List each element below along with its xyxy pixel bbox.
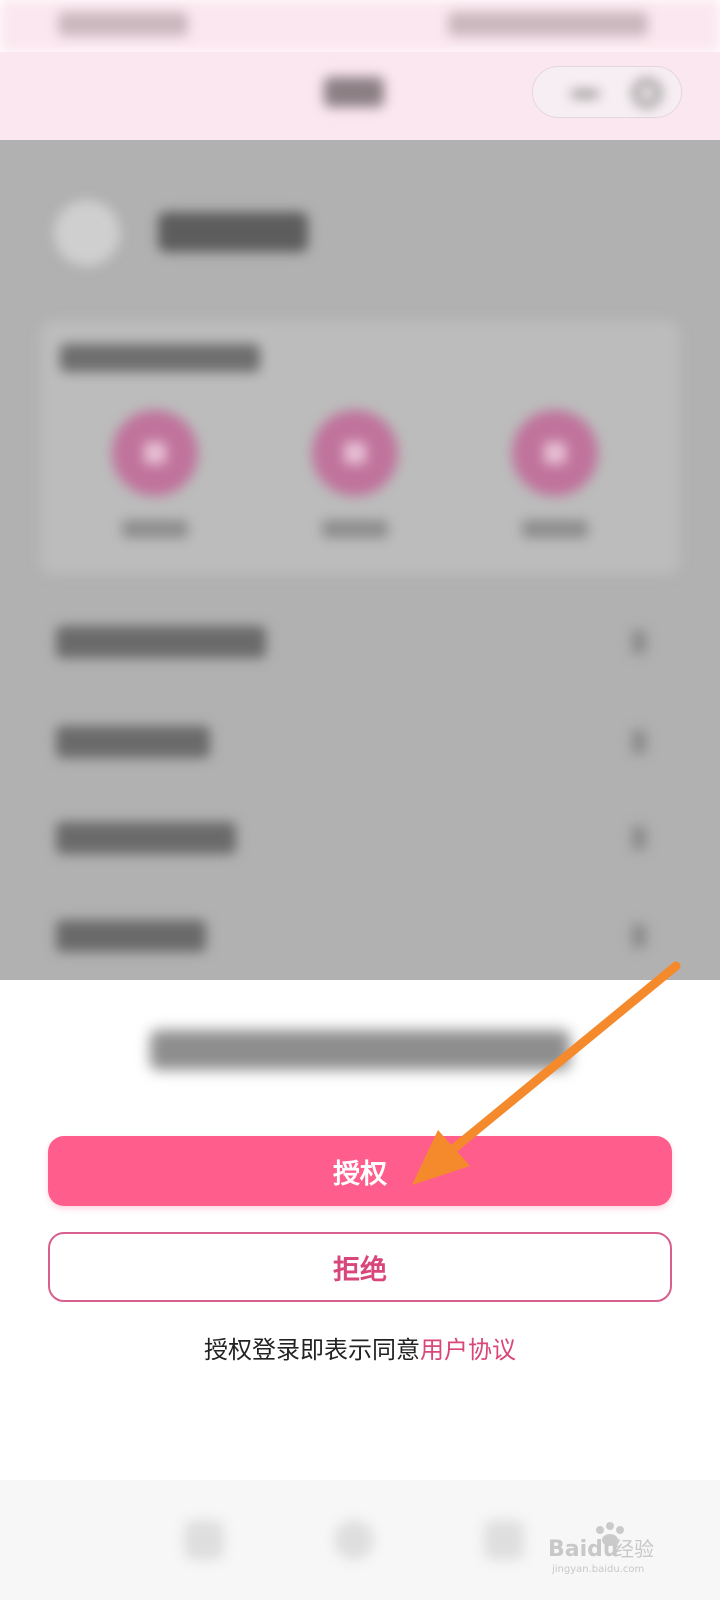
menu-row	[56, 622, 666, 662]
more-dots-icon[interactable]	[571, 91, 599, 97]
chevron-right-icon	[632, 630, 646, 654]
authorization-sheet: 授权 拒绝 授权登录即表示同意用户协议	[0, 980, 720, 1480]
page-title	[324, 77, 384, 107]
profile-name	[158, 212, 308, 252]
chevron-right-icon	[632, 730, 646, 754]
dimmed-content	[0, 140, 720, 980]
menu-row	[56, 818, 666, 858]
shortcut-label	[522, 520, 588, 538]
svg-text:经验: 经验	[614, 1537, 654, 1561]
user-agreement-link[interactable]: 用户协议	[420, 1336, 516, 1364]
shortcut-label	[322, 520, 388, 538]
back-icon[interactable]	[184, 1520, 224, 1560]
shortcut-icon	[112, 410, 198, 496]
menu-row-label	[56, 822, 236, 854]
sheet-title	[150, 1030, 570, 1070]
baidu-watermark-logo: Baidu 经验 jingyan.baidu.com	[548, 1522, 654, 1575]
top-nav-bar	[0, 52, 720, 140]
miniprogram-capsule[interactable]	[532, 66, 682, 118]
menu-row-label	[56, 626, 266, 658]
card-title	[60, 344, 260, 372]
close-circle-icon[interactable]	[633, 79, 661, 107]
authorize-button[interactable]: 授权	[48, 1136, 672, 1206]
shortcut-label	[122, 520, 188, 538]
recents-icon[interactable]	[484, 1520, 524, 1560]
shortcut-icon	[312, 410, 398, 496]
agreement-notice: 授权登录即表示同意用户协议	[0, 1330, 720, 1370]
svg-text:Baidu: Baidu	[548, 1537, 619, 1562]
agreement-text: 授权登录即表示同意	[204, 1336, 420, 1364]
menu-row	[56, 916, 666, 956]
status-bar	[0, 0, 720, 52]
menu-row-label	[56, 920, 206, 952]
shortcut-card	[40, 320, 680, 575]
shortcut-icon	[512, 410, 598, 496]
menu-row-label	[56, 726, 210, 758]
chevron-right-icon	[632, 924, 646, 948]
status-indicators-left	[58, 12, 188, 36]
svg-text:jingyan.baidu.com: jingyan.baidu.com	[551, 1564, 644, 1575]
chevron-right-icon	[632, 826, 646, 850]
avatar	[54, 200, 120, 266]
menu-row	[56, 722, 666, 762]
refuse-button[interactable]: 拒绝	[48, 1232, 672, 1302]
home-icon[interactable]	[334, 1520, 374, 1560]
status-indicators-right	[448, 12, 648, 36]
